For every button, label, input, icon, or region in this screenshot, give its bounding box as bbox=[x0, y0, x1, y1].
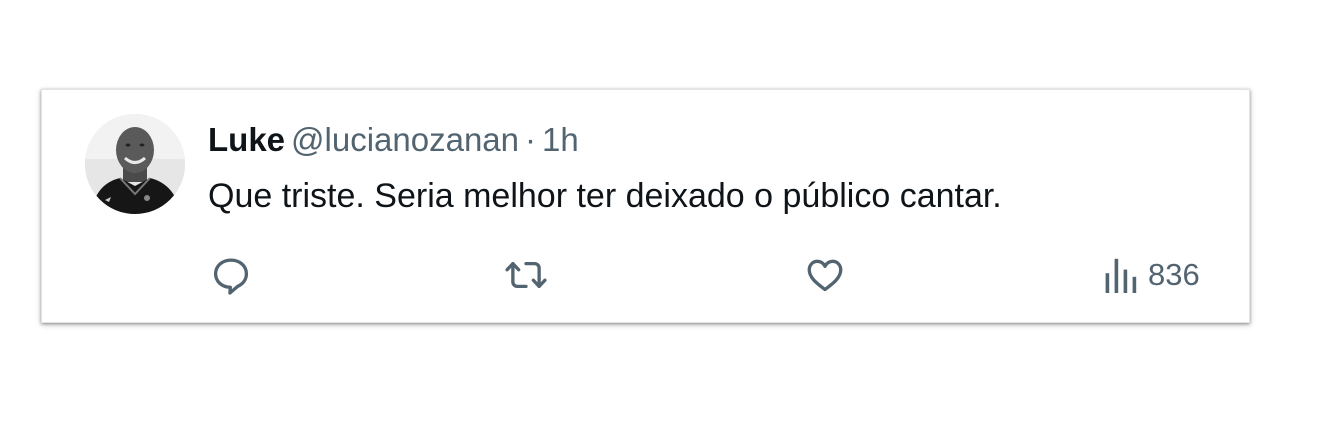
views-icon bbox=[1105, 258, 1137, 293]
tweet-text: Que triste. Seria melhor ter deixado o p… bbox=[208, 177, 1002, 215]
views-button[interactable]: 836 bbox=[1102, 253, 1200, 297]
heart-icon bbox=[807, 259, 843, 292]
retweet-icon bbox=[505, 261, 547, 289]
author-handle[interactable]: @lucianozanan bbox=[291, 121, 519, 158]
reply-button[interactable] bbox=[210, 253, 252, 297]
tweet-timestamp[interactable]: 1h bbox=[542, 121, 579, 158]
avatar-image bbox=[85, 114, 185, 214]
author-name[interactable]: Luke bbox=[208, 121, 285, 158]
avatar[interactable] bbox=[85, 114, 185, 214]
tweet-header: Luke @lucianozanan · 1h bbox=[208, 118, 579, 162]
tweet-card[interactable]: Luke @lucianozanan · 1h Que triste. Seria m… bbox=[41, 89, 1250, 323]
views-count: 836 bbox=[1148, 257, 1200, 292]
reply-icon bbox=[213, 258, 249, 295]
like-button[interactable] bbox=[804, 253, 846, 297]
retweet-button[interactable] bbox=[502, 253, 550, 297]
separator-dot: · bbox=[525, 121, 537, 158]
